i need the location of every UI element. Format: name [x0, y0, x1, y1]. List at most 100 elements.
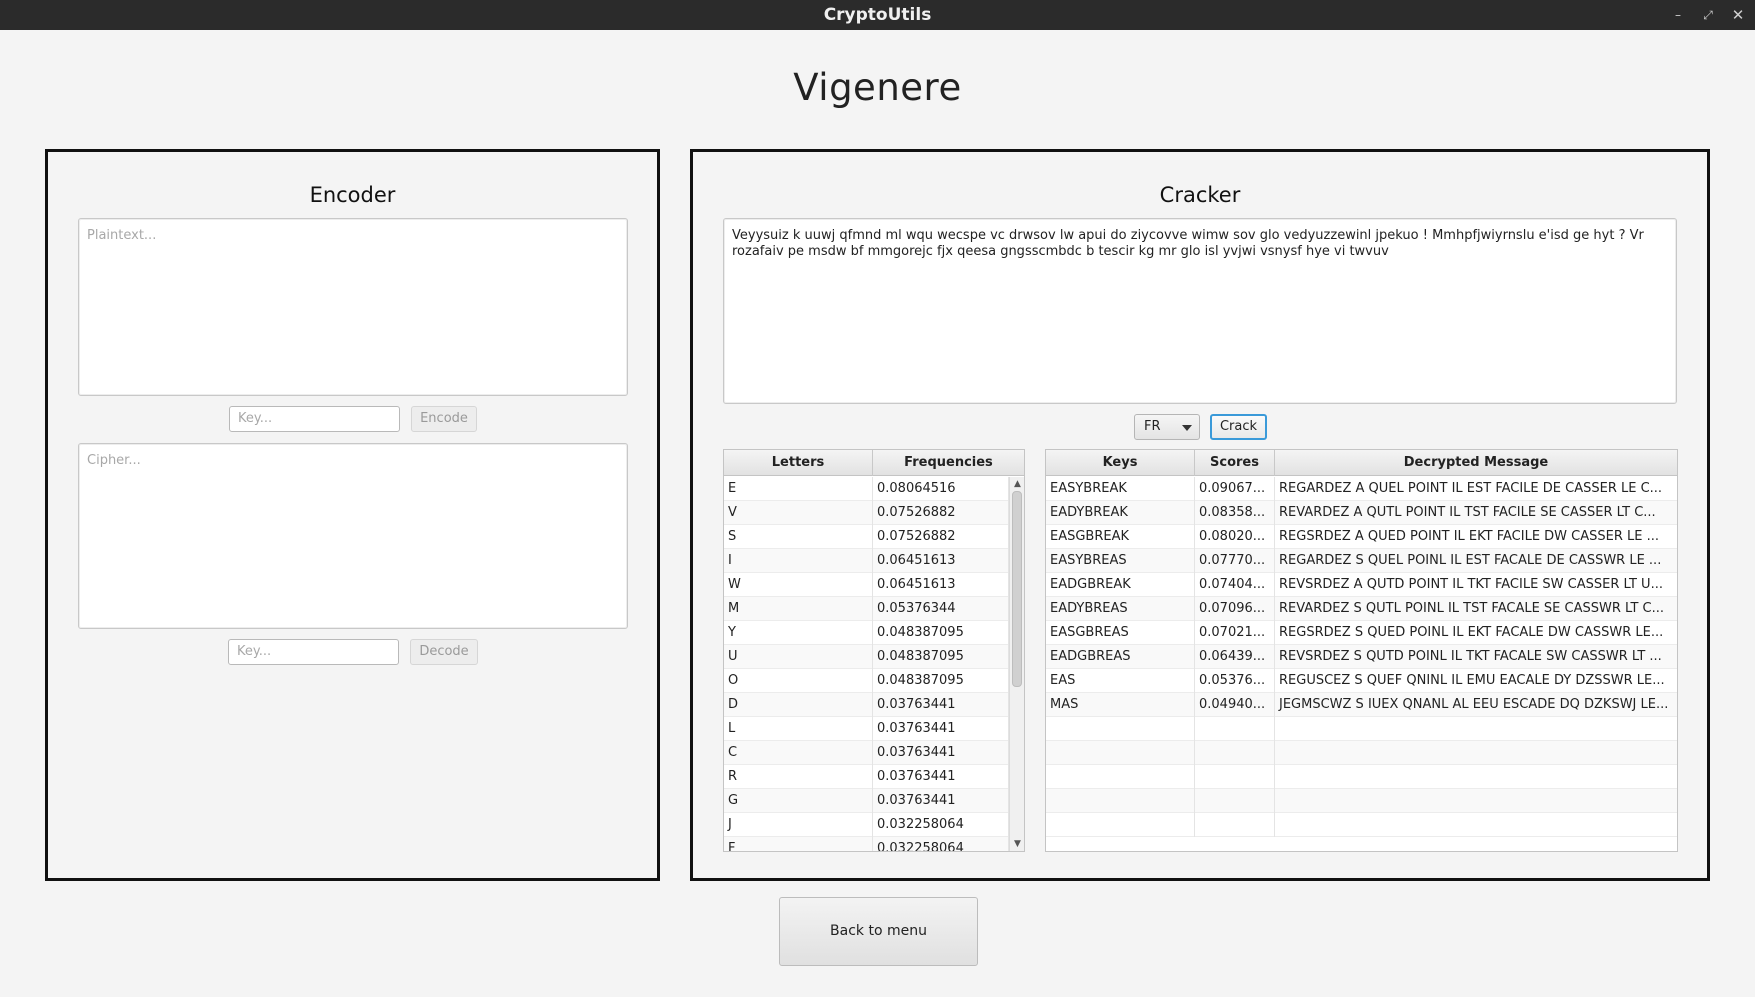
- letter-cell: J: [724, 813, 873, 837]
- table-row[interactable]: S 0.07526882: [724, 525, 1009, 549]
- encode-button[interactable]: Encode: [411, 406, 477, 432]
- score-cell: 0.09067...: [1195, 477, 1275, 501]
- letter-cell: R: [724, 765, 873, 789]
- table-row[interactable]: M 0.05376344: [724, 597, 1009, 621]
- frequency-cell: 0.08064516: [873, 477, 1009, 501]
- table-row[interactable]: G 0.03763441: [724, 789, 1009, 813]
- table-row[interactable]: EADGBREAK 0.07404... REVSRDEZ A QUTD POINT…: [1046, 573, 1677, 597]
- table-row[interactable]: EADYBREAS 0.07096... REVARDEZ S QUTL POINL…: [1046, 597, 1677, 621]
- score-cell: [1195, 813, 1275, 837]
- decrypted-message-cell: REVARDEZ A QUTL POINT IL TST FACILE SE C…: [1279, 505, 1656, 520]
- table-row[interactable]: Y 0.048387095: [724, 621, 1009, 645]
- letter-cell: E: [724, 477, 873, 501]
- table-row[interactable]: D 0.03763441: [724, 693, 1009, 717]
- table-row[interactable]: O 0.048387095: [724, 669, 1009, 693]
- table-row[interactable]: I 0.06451613: [724, 549, 1009, 573]
- table-row[interactable]: F 0.032258064: [724, 837, 1009, 851]
- frequencies-column-header[interactable]: Frequencies: [873, 450, 1024, 476]
- letter-cell: C: [724, 741, 873, 765]
- decrypted-message-cell: REGARDEZ S QUEL POINL IL EST FACALE DE C…: [1279, 553, 1662, 568]
- frequency-cell: 0.05376344: [873, 597, 1009, 621]
- table-row[interactable]: EASGBREAS 0.07021... REGSRDEZ S QUED POINL…: [1046, 621, 1677, 645]
- key-cell: EADYBREAS: [1046, 597, 1195, 621]
- crack-button[interactable]: Crack: [1210, 414, 1267, 440]
- empty-table-row: [1046, 789, 1677, 813]
- key-cell: EADGBREAS: [1046, 645, 1195, 669]
- frequency-cell: 0.03763441: [873, 693, 1009, 717]
- key-cell: [1046, 789, 1195, 813]
- table-row[interactable]: EASYBREAS 0.07770... REGARDEZ S QUEL POINL…: [1046, 549, 1677, 573]
- table-row[interactable]: EAS 0.05376... REGUSCEZ S QUEF QNINL IL EM…: [1046, 669, 1677, 693]
- letter-cell: M: [724, 597, 873, 621]
- decrypted-message-cell: REGUSCEZ S QUEF QNINL IL EMU EACALE DY D…: [1279, 673, 1665, 688]
- app-window: CryptoUtils – ⤢ ✕ Vigenere Encoder Plain…: [0, 0, 1755, 997]
- key-cell: EADGBREAK: [1046, 573, 1195, 597]
- table-row[interactable]: R 0.03763441: [724, 765, 1009, 789]
- frequency-cell: 0.032258064: [873, 837, 1009, 851]
- table-row[interactable]: EADGBREAS 0.06439... REVSRDEZ S QUTD POINL…: [1046, 645, 1677, 669]
- chevron-down-icon: [1182, 425, 1192, 431]
- encode-key-input[interactable]: Key...: [229, 406, 400, 432]
- score-cell: 0.08020...: [1195, 525, 1275, 549]
- key-cell: [1046, 741, 1195, 765]
- decrypted-message-cell: REGARDEZ A QUEL POINT IL EST FACILE DE C…: [1279, 481, 1663, 496]
- letter-cell: L: [724, 717, 873, 741]
- language-select[interactable]: FR: [1134, 414, 1200, 440]
- back-to-menu-button[interactable]: Back to menu: [779, 897, 978, 966]
- table-row[interactable]: E 0.08064516: [724, 477, 1009, 501]
- frequencies-scrollbar[interactable]: ▲ ▼: [1009, 477, 1024, 851]
- decode-button[interactable]: Decode: [410, 639, 478, 665]
- frequency-cell: 0.048387095: [873, 669, 1009, 693]
- ciphertext-textarea[interactable]: Veyysuiz k uuwj qfmnd ml wqu wecspe vc d…: [723, 218, 1677, 404]
- frequency-cell: 0.06451613: [873, 549, 1009, 573]
- table-row[interactable]: EASGBREAK 0.08020... REGSRDEZ A QUED POINT…: [1046, 525, 1677, 549]
- score-cell: 0.07021...: [1195, 621, 1275, 645]
- frequencies-table-header: Letters Frequencies: [724, 450, 1024, 476]
- frequency-cell: 0.07526882: [873, 525, 1009, 549]
- key-cell: EASYBREAK: [1046, 477, 1195, 501]
- decrypted-message-column-header[interactable]: Decrypted Message: [1275, 450, 1677, 476]
- key-cell: EADYBREAK: [1046, 501, 1195, 525]
- table-row[interactable]: U 0.048387095: [724, 645, 1009, 669]
- score-cell: [1195, 741, 1275, 765]
- cipher-textarea[interactable]: Cipher...: [78, 443, 628, 629]
- letter-cell: O: [724, 669, 873, 693]
- key-cell: EAS: [1046, 669, 1195, 693]
- frequency-cell: 0.06451613: [873, 573, 1009, 597]
- minimize-icon[interactable]: –: [1668, 5, 1688, 25]
- cracker-panel: Cracker Veyysuiz k uuwj qfmnd ml wqu wec…: [690, 149, 1710, 881]
- scores-column-header[interactable]: Scores: [1195, 450, 1275, 476]
- table-row[interactable]: EADYBREAK 0.08358... REVARDEZ A QUTL POINT…: [1046, 501, 1677, 525]
- frequency-cell: 0.032258064: [873, 813, 1009, 837]
- keys-column-header[interactable]: Keys: [1046, 450, 1195, 476]
- decrypted-message-cell: REGSRDEZ S QUED POINL IL EKT FACALE DW C…: [1279, 625, 1664, 640]
- scrollbar-thumb[interactable]: [1012, 491, 1022, 687]
- scroll-up-icon[interactable]: ▲: [1010, 477, 1024, 491]
- frequency-cell: 0.03763441: [873, 717, 1009, 741]
- decode-key-input[interactable]: Key...: [228, 639, 399, 665]
- keys-table-header: Keys Scores Decrypted Message: [1046, 450, 1677, 476]
- table-row[interactable]: C 0.03763441: [724, 741, 1009, 765]
- score-cell: 0.06439...: [1195, 645, 1275, 669]
- decrypted-message-cell: [1275, 813, 1677, 837]
- key-cell: EASGBREAS: [1046, 621, 1195, 645]
- table-row[interactable]: L 0.03763441: [724, 717, 1009, 741]
- plaintext-textarea[interactable]: Plaintext...: [78, 218, 628, 396]
- score-cell: 0.08358...: [1195, 501, 1275, 525]
- score-cell: 0.07404...: [1195, 573, 1275, 597]
- table-row[interactable]: J 0.032258064: [724, 813, 1009, 837]
- close-icon[interactable]: ✕: [1728, 5, 1748, 25]
- score-cell: [1195, 765, 1275, 789]
- table-row[interactable]: MAS 0.04940... JEGMSCWZ S IUEX QNANL AL EE…: [1046, 693, 1677, 717]
- letter-cell: V: [724, 501, 873, 525]
- table-row[interactable]: W 0.06451613: [724, 573, 1009, 597]
- letter-cell: I: [724, 549, 873, 573]
- score-cell: 0.05376...: [1195, 669, 1275, 693]
- decrypted-message-cell: [1275, 789, 1677, 813]
- table-row[interactable]: V 0.07526882: [724, 501, 1009, 525]
- letters-column-header[interactable]: Letters: [724, 450, 873, 476]
- letter-cell: U: [724, 645, 873, 669]
- maximize-icon[interactable]: ⤢: [1698, 5, 1718, 25]
- table-row[interactable]: EASYBREAK 0.09067... REGARDEZ A QUEL POINT…: [1046, 477, 1677, 501]
- scroll-down-icon[interactable]: ▼: [1010, 837, 1024, 851]
